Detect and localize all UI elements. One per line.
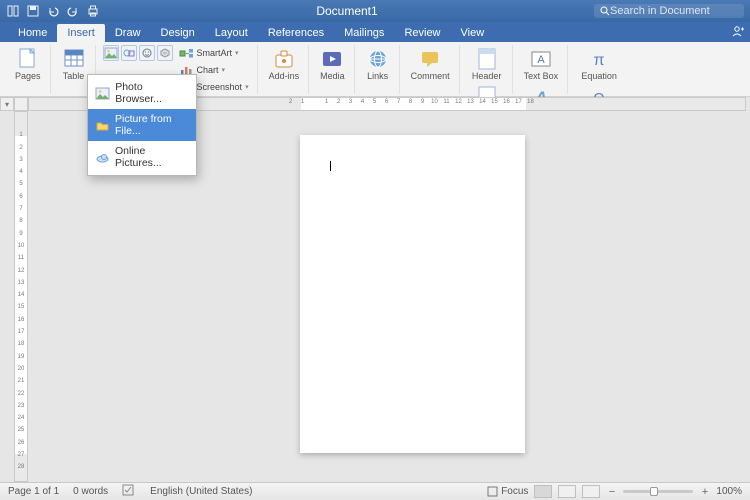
online-pictures-item[interactable]: Online Pictures... [88, 141, 196, 173]
ribbon-group-text: AText Box AWordArt ADrop Cap [515, 45, 569, 94]
ribbon-group-symbols: πEquation ΩAdvanced Symbol [570, 45, 628, 94]
icons-button[interactable] [139, 45, 155, 61]
media-label: Media [320, 72, 345, 81]
table-button[interactable]: Table [58, 45, 90, 83]
zoom-thumb[interactable] [650, 487, 658, 496]
zoom-slider[interactable] [623, 490, 693, 493]
media-icon [320, 47, 344, 71]
qat-redo-icon[interactable] [66, 4, 80, 18]
search-box[interactable] [594, 4, 744, 18]
qat-autosave-icon[interactable] [6, 4, 20, 18]
tab-review[interactable]: Review [394, 24, 450, 42]
equation-button[interactable]: π Equation [577, 45, 621, 83]
qat-save-icon[interactable] [26, 4, 40, 18]
chevron-down-icon: ▾ [235, 49, 239, 57]
outline-view-button[interactable] [582, 485, 600, 498]
header-button[interactable]: Header [468, 45, 506, 83]
chart-label: Chart [197, 65, 219, 75]
picture-from-file-label: Picture from File... [115, 113, 188, 137]
web-layout-view-button[interactable] [558, 485, 576, 498]
titlebar: Document1 [0, 0, 750, 22]
word-count[interactable]: 0 words [73, 486, 108, 497]
zoom-in-button[interactable]: + [699, 486, 710, 498]
comment-icon [418, 47, 442, 71]
smartart-button[interactable]: SmartArt▾ [177, 45, 252, 61]
tab-view[interactable]: View [451, 24, 495, 42]
tab-mailings[interactable]: Mailings [334, 24, 394, 42]
screenshot-label: Screenshot [197, 82, 243, 92]
search-input[interactable] [610, 5, 738, 17]
equation-icon: π [587, 47, 611, 71]
pages-label: Pages [15, 72, 41, 81]
tab-draw[interactable]: Draw [105, 24, 151, 42]
share-icon[interactable] [730, 25, 744, 40]
photo-browser-label: Photo Browser... [115, 81, 188, 105]
focus-mode-button[interactable]: Focus [487, 486, 528, 497]
media-button[interactable]: Media [316, 45, 349, 83]
ribbon-group-pages: Pages [6, 45, 51, 94]
text-cursor [330, 161, 331, 171]
search-icon [600, 6, 610, 16]
header-icon [475, 47, 499, 71]
folder-icon [96, 119, 109, 131]
cloud-icon [96, 151, 109, 163]
document-title: Document1 [100, 4, 594, 18]
comment-button[interactable]: Comment [407, 45, 454, 83]
tab-design[interactable]: Design [151, 24, 205, 42]
pictures-button[interactable] [103, 45, 119, 61]
pages-button[interactable]: Pages [11, 45, 45, 83]
table-icon [62, 47, 86, 71]
qat-print-icon[interactable] [86, 4, 100, 18]
smartart-icon [180, 46, 194, 60]
shapes-button[interactable] [121, 45, 137, 61]
photo-browser-icon [96, 87, 109, 99]
addins-icon [272, 47, 296, 71]
ribbon-group-headerfooter: Header Footer #Page Number [462, 45, 513, 94]
print-layout-view-button[interactable] [534, 485, 552, 498]
vertical-ruler[interactable]: 1234567891011121314151617181920212223242… [14, 111, 28, 482]
ruler-corner [14, 97, 28, 111]
ribbon-tabs: Home Insert Draw Design Layout Reference… [0, 22, 750, 42]
table-label: Table [63, 72, 85, 81]
svg-text:π: π [594, 52, 605, 69]
links-icon [366, 47, 390, 71]
zoom-out-button[interactable]: − [606, 486, 617, 498]
addins-button[interactable]: Add-ins [265, 45, 304, 83]
textbox-label: Text Box [524, 72, 559, 81]
picture-from-file-item[interactable]: Picture from File... [88, 109, 196, 141]
tab-insert[interactable]: Insert [57, 24, 105, 42]
spellcheck-icon[interactable] [122, 484, 136, 499]
quick-access-toolbar [6, 4, 100, 18]
links-button[interactable]: Links [362, 45, 394, 83]
comment-label: Comment [411, 72, 450, 81]
addins-label: Add-ins [269, 72, 300, 81]
page-indicator[interactable]: Page 1 of 1 [8, 486, 59, 497]
tab-references[interactable]: References [258, 24, 334, 42]
links-label: Links [367, 72, 388, 81]
chevron-down-icon: ▾ [222, 66, 226, 74]
photo-browser-item[interactable]: Photo Browser... [88, 77, 196, 109]
pictures-dropdown: Photo Browser... Picture from File... On… [87, 74, 197, 176]
online-pictures-label: Online Pictures... [115, 145, 188, 169]
textbox-button[interactable]: A Text Box [520, 45, 563, 83]
qat-undo-icon[interactable] [46, 4, 60, 18]
statusbar: Page 1 of 1 0 words English (United Stat… [0, 482, 750, 500]
focus-label: Focus [501, 486, 528, 497]
textbox-icon: A [529, 47, 553, 71]
smartart-label: SmartArt [197, 48, 233, 58]
chevron-down-icon: ▾ [245, 83, 249, 91]
models-button[interactable] [157, 45, 173, 61]
zoom-level[interactable]: 100% [716, 486, 742, 497]
pages-icon [16, 47, 40, 71]
language-indicator[interactable]: English (United States) [150, 486, 252, 497]
header-label: Header [472, 72, 502, 81]
titlebar-right [594, 4, 744, 18]
illustrations-cluster [103, 45, 173, 61]
tab-layout[interactable]: Layout [205, 24, 258, 42]
page[interactable] [300, 135, 525, 453]
equation-label: Equation [581, 72, 617, 81]
tab-home[interactable]: Home [8, 24, 57, 42]
section-toggle[interactable]: ▾ [0, 97, 14, 111]
svg-text:A: A [537, 54, 545, 66]
